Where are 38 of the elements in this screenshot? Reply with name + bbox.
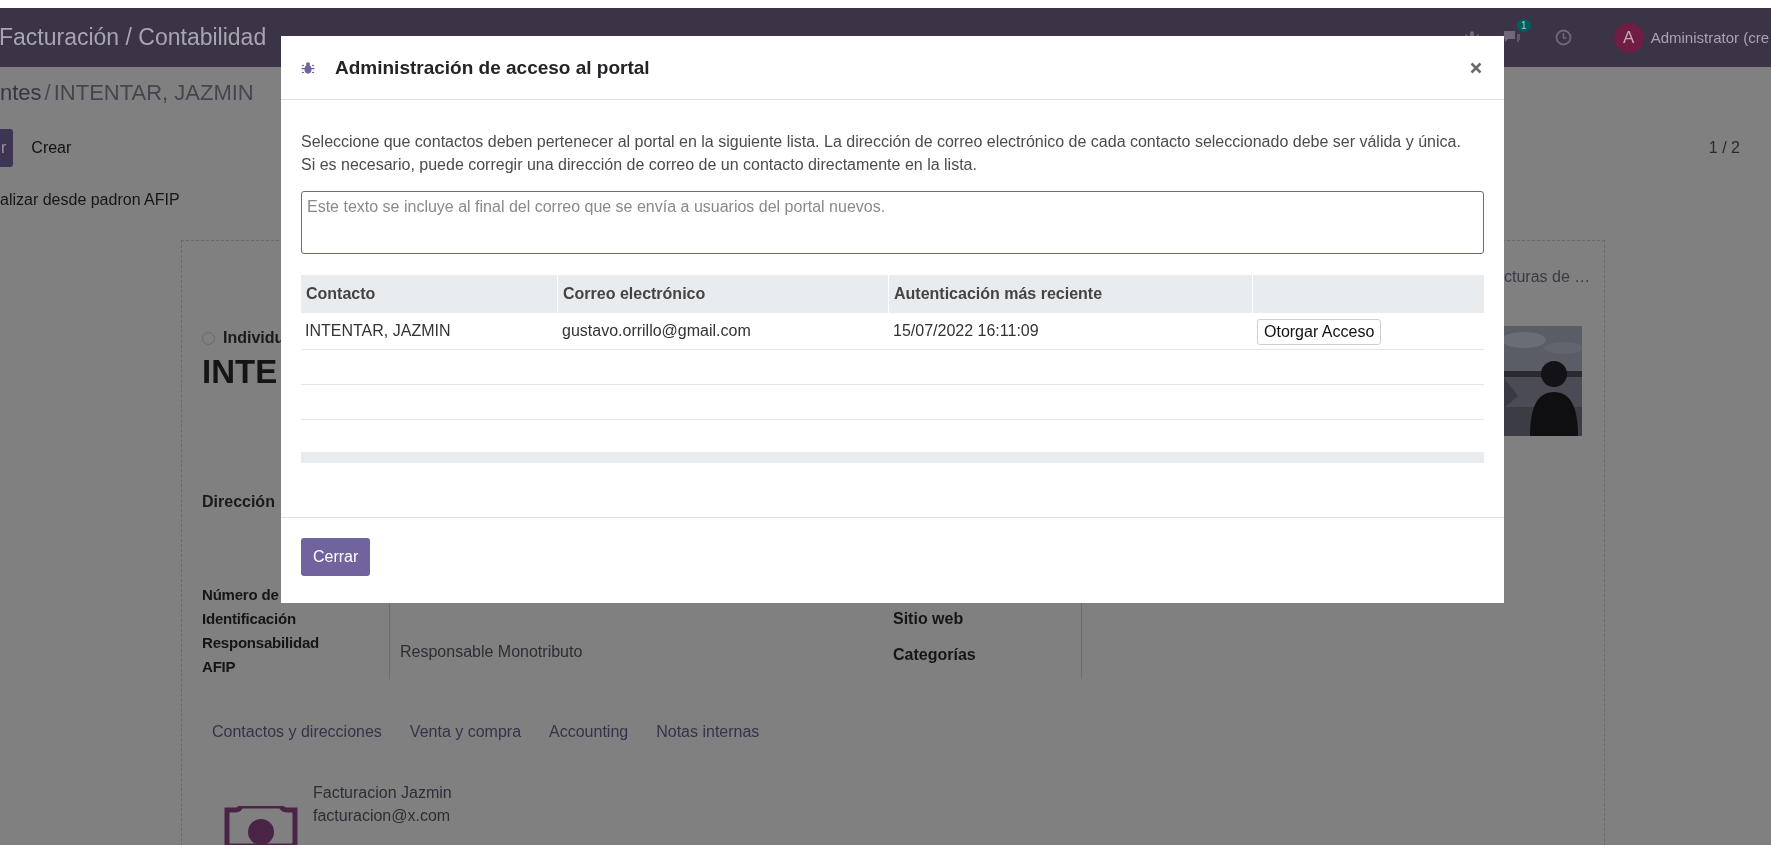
- breadcrumb-current: INTENTAR, JAZMIN: [53, 80, 254, 106]
- dialog-title: Administración de acceso al portal: [335, 56, 650, 79]
- breadcrumb-link[interactable]: ntes: [0, 80, 42, 106]
- create-button[interactable]: Crear: [31, 139, 72, 157]
- column-header[interactable]: Correo electrónico: [558, 275, 889, 313]
- contact-email: facturacion@x.com: [313, 806, 452, 826]
- save-button[interactable]: r: [0, 129, 14, 167]
- tab[interactable]: Venta y compra: [395, 715, 536, 751]
- message-field[interactable]: Este texto se incluye al final del correo que se envía a usuarios del portal nuevos.: [301, 191, 1484, 254]
- notification-badge: 1: [1517, 18, 1531, 32]
- afip-update-button[interactable]: alizar desde padron AFIP: [0, 191, 180, 209]
- grant-access-button[interactable]: Otorgar Acceso: [1257, 319, 1382, 345]
- table-cell: INTENTAR, JAZMIN: [305, 322, 451, 340]
- user-avatar[interactable]: A: [1613, 22, 1644, 53]
- bug-icon[interactable]: [301, 60, 315, 75]
- intro-text: Seleccione que contactos deben pertenecer al portal en la siguiente lista. La dirección de correo electrónico de cada contacto seleccionado debe ser válida y única. Si es necesario, puede corregir una dirección de correo de un contacto directamente en la lista.: [301, 132, 1461, 175]
- tab[interactable]: Notas internas: [642, 715, 774, 751]
- tab[interactable]: Contactos y direcciones: [198, 715, 396, 751]
- table-cell: gustavo.orrillo@gmail.com: [562, 322, 751, 340]
- breadcrumb-separator: /: [44, 80, 51, 106]
- close-button[interactable]: Cerrar: [301, 538, 371, 576]
- app-title[interactable]: Facturación / Contabilidad: [0, 24, 267, 51]
- field-label: Categorías: [893, 645, 977, 665]
- contact-name[interactable]: Facturacion Jazmin: [313, 781, 452, 804]
- user-menu[interactable]: Administrator (cre: [1650, 29, 1769, 46]
- field-label: Sitio web: [893, 609, 965, 629]
- field-value[interactable]: Responsable Monotributo: [389, 631, 893, 679]
- field-label: Número de Identificación: [202, 585, 297, 629]
- column-header[interactable]: Contacto: [301, 275, 558, 313]
- pager[interactable]: 1 / 2: [1708, 139, 1740, 157]
- column-header[interactable]: Autenticación más reciente: [889, 275, 1253, 313]
- field-label: Dirección: [202, 493, 275, 511]
- table-cell: 15/07/2022 16:11:09: [893, 322, 1039, 340]
- partner-name: INTE: [202, 353, 278, 391]
- banknote-icon: [224, 806, 298, 845]
- field-label: Responsabilidad AFIP: [202, 633, 321, 677]
- smart-button[interactable]: cturas de …: [1504, 268, 1591, 285]
- tab[interactable]: Accounting: [535, 715, 643, 751]
